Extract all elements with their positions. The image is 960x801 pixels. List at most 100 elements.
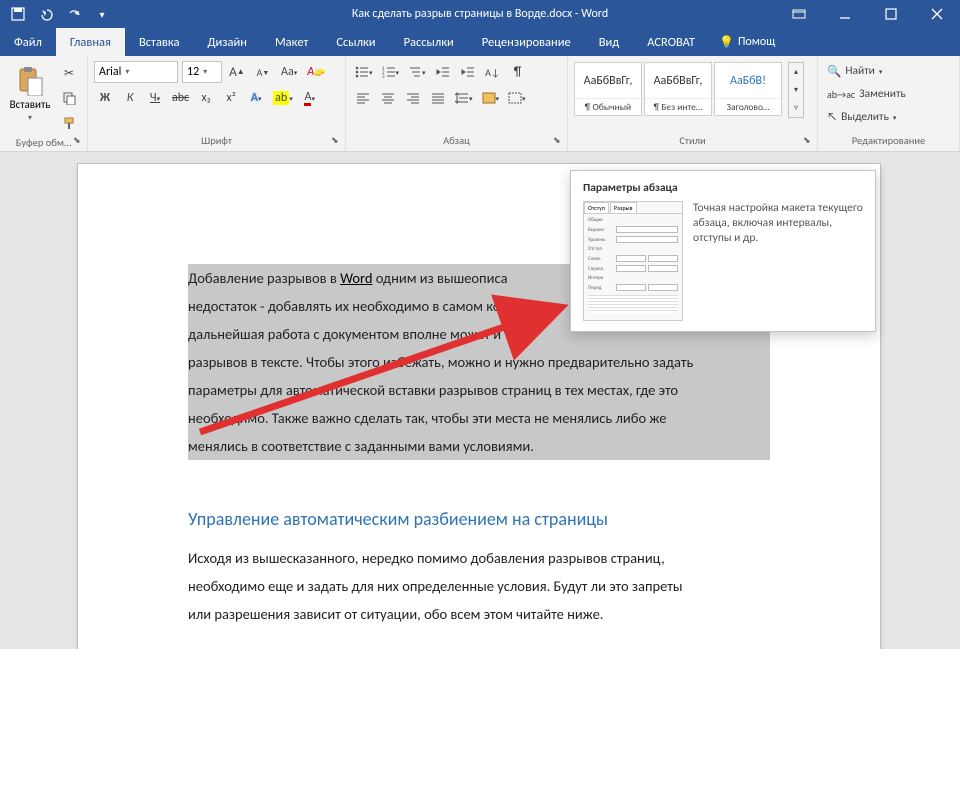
replace-button[interactable]: ab→acЗаменить [824, 83, 914, 105]
style-no-spacing[interactable]: АаБбВвГг, ¶ Без инте… [644, 62, 712, 116]
body-text[interactable]: или разрешения зависит от ситуации, обо … [188, 600, 770, 628]
style-heading1[interactable]: АаБбВ! Заголово… [714, 62, 782, 116]
select-button[interactable]: ↖Выделить▾ [824, 106, 914, 128]
increase-indent-button[interactable] [457, 61, 479, 83]
sort-button[interactable]: A↓ [482, 61, 504, 83]
bulb-icon: 💡 [719, 35, 734, 50]
title-bar: ▾ Как сделать разрыв страницы в Ворде.do… [0, 0, 960, 28]
style-name: Заголово… [715, 98, 781, 115]
group-paragraph: ▾ 123▾ ▾ A↓ ¶ ▾ ▾ ▾ Абзац ⬊ [346, 56, 568, 151]
align-right-button[interactable] [402, 87, 424, 109]
group-paragraph-label: Абзац [352, 132, 561, 151]
select-label: Выделить [841, 110, 889, 124]
subscript-button[interactable]: x₂ [195, 87, 217, 109]
justify-button[interactable] [427, 87, 449, 109]
body-text[interactable]: необходимо еще и задать для них определе… [188, 572, 770, 600]
style-preview: АаБбВвГг, [584, 63, 633, 98]
group-editing-label: Редактирование [824, 132, 953, 151]
change-case-button[interactable]: Aa▾ [278, 61, 300, 83]
find-button[interactable]: 🔍Найти▾ [824, 60, 914, 82]
group-editing: 🔍Найти▾ ab→acЗаменить ↖Выделить▾ Редакти… [818, 56, 960, 151]
text-run: Добавление разрывов в [188, 269, 340, 287]
group-font: Arial▾ 12▾ A▲ A▼ Aa▾ A🧽 Ж К Ч▾ abc x₂ x²… [88, 56, 346, 151]
borders-button[interactable]: ▾ [505, 87, 529, 109]
show-marks-button[interactable]: ¶ [507, 61, 529, 83]
body-text-selected[interactable]: менялись в соответствие с заданными вами… [188, 432, 770, 460]
heading-2[interactable]: Управление автоматическим разбиением на … [188, 508, 770, 530]
multilevel-button[interactable]: ▾ [405, 61, 429, 83]
screentip-thumbnail: ОтступРазрыв Общие Выравн Уровень Отступ… [583, 201, 683, 321]
shrink-font-button[interactable]: A▼ [252, 61, 274, 83]
styles-row-up[interactable]: ▴ [789, 63, 803, 81]
tell-me-input[interactable]: 💡 Помощ [709, 28, 785, 56]
font-size-combo[interactable]: 12▾ [182, 61, 222, 83]
italic-button[interactable]: К [119, 87, 141, 109]
style-preview: АаБбВвГг, [654, 63, 703, 98]
styles-launcher[interactable]: ⬊ [803, 135, 815, 147]
text-effects-button[interactable]: A▾ [245, 87, 267, 109]
bullets-button[interactable]: ▾ [352, 61, 376, 83]
decrease-indent-button[interactable] [432, 61, 454, 83]
numbering-button[interactable]: 123▾ [379, 61, 403, 83]
font-color-button[interactable]: A▾ [299, 87, 321, 109]
paste-button[interactable]: Вставить ▾ [6, 58, 54, 130]
clear-format-button[interactable]: A🧽 [304, 61, 328, 83]
align-left-button[interactable] [352, 87, 374, 109]
ribbon-tabs: Файл Главная Вставка Дизайн Макет Ссылки… [0, 28, 960, 56]
tab-acrobat[interactable]: ACROBAT [633, 28, 709, 56]
tab-home[interactable]: Главная [56, 28, 125, 56]
body-text-selected[interactable]: параметры для автоматической вставки раз… [188, 376, 770, 404]
styles-expand[interactable]: ▿ [789, 99, 803, 117]
format-painter-button[interactable] [58, 112, 80, 134]
ribbon: Вставить ▾ ✂ Буфер обм… ⬊ Arial▾ 12▾ A▲ … [0, 56, 960, 152]
group-font-label: Шрифт [94, 132, 339, 151]
maximize-button[interactable] [868, 0, 914, 28]
tab-mailings[interactable]: Рассылки [390, 28, 468, 56]
bold-button[interactable]: Ж [94, 87, 116, 109]
align-center-button[interactable] [377, 87, 399, 109]
tab-design[interactable]: Дизайн [193, 28, 261, 56]
font-size-value: 12 [187, 65, 199, 79]
line-spacing-button[interactable]: ▾ [452, 87, 476, 109]
qat-customize-button[interactable]: ▾ [90, 2, 114, 26]
highlight-button[interactable]: ab▾ [270, 87, 296, 109]
tab-insert[interactable]: Вставка [125, 28, 194, 56]
tab-view[interactable]: Вид [585, 28, 634, 56]
hyperlink[interactable]: Word [340, 269, 372, 287]
body-text-selected[interactable]: разрывов в тексте. Чтобы этого избежать,… [188, 348, 770, 376]
strike-button[interactable]: abc [169, 87, 192, 109]
cut-button[interactable]: ✂ [58, 62, 80, 84]
group-clipboard-label: Буфер обм… [6, 134, 81, 153]
group-styles: АаБбВвГг, ¶ Обычный АаБбВвГг, ¶ Без инте… [568, 56, 818, 151]
paragraph-launcher[interactable]: ⬊ [553, 135, 565, 147]
window-controls [776, 0, 960, 28]
quick-access-toolbar: ▾ [0, 2, 120, 26]
tab-layout[interactable]: Макет [261, 28, 322, 56]
search-icon: 🔍 [827, 64, 841, 79]
undo-button[interactable] [34, 2, 58, 26]
tab-references[interactable]: Ссылки [322, 28, 389, 56]
style-name: ¶ Без инте… [645, 98, 711, 115]
body-text-selected[interactable]: необходимо. Также важно сделать так, что… [188, 404, 770, 432]
tab-file[interactable]: Файл [0, 28, 56, 56]
redo-button[interactable] [62, 2, 86, 26]
ribbon-options-button[interactable] [776, 0, 822, 28]
superscript-button[interactable]: x² [220, 87, 242, 109]
save-button[interactable] [6, 2, 30, 26]
minimize-button[interactable] [822, 0, 868, 28]
text-run: одним из вышеописа [373, 269, 508, 287]
clipboard-launcher[interactable]: ⬊ [73, 135, 85, 147]
style-normal[interactable]: АаБбВвГг, ¶ Обычный [574, 62, 642, 116]
tab-review[interactable]: Рецензирование [468, 28, 585, 56]
close-button[interactable] [914, 0, 960, 28]
style-name: ¶ Обычный [575, 98, 641, 115]
font-launcher[interactable]: ⬊ [331, 135, 343, 147]
replace-label: Заменить [859, 87, 906, 101]
underline-button[interactable]: Ч▾ [144, 87, 166, 109]
font-name-combo[interactable]: Arial▾ [94, 61, 178, 83]
styles-row-down[interactable]: ▾ [789, 81, 803, 99]
shading-button[interactable]: ▾ [479, 87, 503, 109]
body-text[interactable]: Исходя из вышесказанного, нередко помимо… [188, 544, 770, 572]
grow-font-button[interactable]: A▲ [226, 61, 248, 83]
copy-button[interactable] [58, 87, 80, 109]
